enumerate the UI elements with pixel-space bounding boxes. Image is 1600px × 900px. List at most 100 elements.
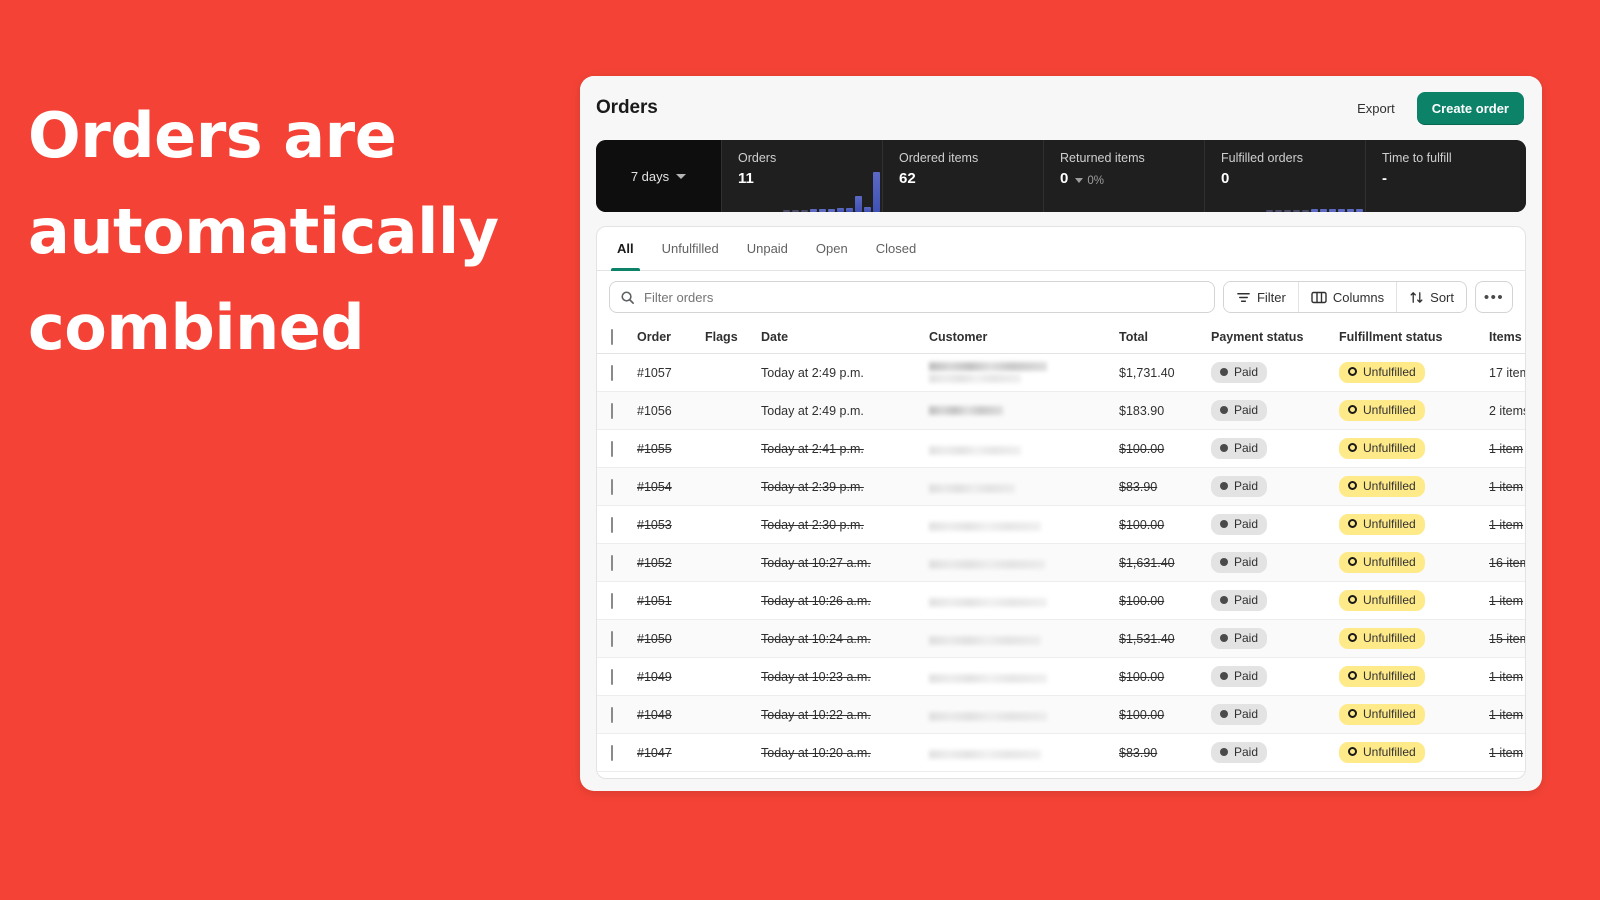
table-row[interactable]: #1054 Today at 2:39 p.m. $83.90 Paid Unfulfi… [597, 467, 1525, 506]
cell-items: 1 item [1489, 733, 1525, 772]
cell-flags [705, 733, 761, 772]
metric-card-fulfilled-orders[interactable]: Fulfilled orders 0 [1204, 140, 1365, 212]
tab-unpaid[interactable]: Unpaid [733, 227, 802, 270]
metric-card-returned-items[interactable]: Returned items 0 0% [1043, 140, 1204, 212]
row-checkbox[interactable] [611, 478, 613, 495]
tab-open[interactable]: Open [802, 227, 862, 270]
cell-date: Today at 10:24 a.m. [761, 619, 929, 658]
tab-unfulfilled[interactable]: Unfulfilled [648, 227, 733, 270]
cell-order[interactable]: #1056 [637, 391, 705, 430]
cell-customer [929, 467, 1119, 506]
status-badge-paid: Paid [1211, 361, 1268, 384]
column-header-items[interactable]: Items [1489, 323, 1525, 354]
status-badge-unfulfilled: Unfulfilled [1339, 627, 1425, 650]
cell-items: 1 item [1489, 657, 1525, 696]
create-order-button[interactable]: Create order [1416, 91, 1524, 125]
cell-order[interactable]: #1052 [637, 543, 705, 582]
filter-button[interactable]: Filter [1223, 282, 1299, 312]
status-badge-paid: Paid [1211, 437, 1268, 460]
cell-order[interactable]: #1055 [637, 429, 705, 468]
date-range-selector[interactable]: 7 days [596, 140, 721, 212]
cell-customer [929, 657, 1119, 696]
cell-customer [929, 505, 1119, 544]
cell-payment-status: Paid [1211, 543, 1339, 582]
orders-panel: All Unfulfilled Unpaid Open Closed Filte… [596, 226, 1526, 779]
sort-button[interactable]: Sort [1397, 282, 1466, 312]
cell-order[interactable]: #1048 [637, 695, 705, 734]
export-button[interactable]: Export [1349, 95, 1403, 122]
search-box[interactable] [609, 281, 1215, 313]
cell-fulfillment-status: Unfulfilled [1339, 695, 1489, 734]
cell-order[interactable]: #1051 [637, 581, 705, 620]
payment-status-label: Paid [1234, 440, 1259, 455]
column-header-date[interactable]: Date [761, 323, 929, 354]
column-header-flags[interactable]: Flags [705, 323, 761, 354]
row-checkbox[interactable] [611, 668, 613, 685]
metric-card-time-to-fulfill[interactable]: Time to fulfill - [1365, 140, 1526, 212]
column-header-customer[interactable]: Customer [929, 323, 1119, 354]
table-row[interactable]: #1047 Today at 10:20 a.m. $83.90 Paid Unfulf… [597, 733, 1525, 772]
table-row[interactable]: #1051 Today at 10:26 a.m. $100.00 Paid Unful… [597, 581, 1525, 620]
dot-icon [1220, 557, 1228, 566]
table-row[interactable]: #1050 Today at 10:24 a.m. $1,531.40 Paid Unf… [597, 619, 1525, 658]
dot-icon [1220, 519, 1228, 528]
cell-customer [929, 619, 1119, 658]
table-row[interactable]: #1055 Today at 2:41 p.m. $100.00 Paid Unfulf… [597, 429, 1525, 468]
columns-icon [1311, 291, 1327, 304]
cell-fulfillment-status: Unfulfilled [1339, 353, 1489, 392]
row-checkbox[interactable] [611, 706, 613, 723]
table-row[interactable]: #1056 Today at 2:49 p.m. $183.90 Paid Unfulf… [597, 391, 1525, 430]
cell-items: 1 item [1489, 581, 1525, 620]
more-actions-button[interactable]: ••• [1475, 281, 1513, 313]
ring-icon [1348, 633, 1357, 643]
row-checkbox[interactable] [611, 516, 613, 533]
row-checkbox[interactable] [611, 440, 613, 457]
row-checkbox[interactable] [611, 554, 613, 571]
cell-order[interactable]: #1057 [637, 353, 705, 392]
status-badge-paid: Paid [1211, 741, 1268, 764]
cell-items: 15 items [1489, 619, 1525, 658]
cell-items: 1 item [1489, 429, 1525, 468]
cell-order[interactable]: #1050 [637, 619, 705, 658]
cell-customer [929, 353, 1119, 392]
row-select-cell [597, 657, 637, 696]
column-header-order[interactable]: Order [637, 323, 705, 354]
table-row[interactable]: #1048 Today at 10:22 a.m. $100.00 Paid Unful… [597, 695, 1525, 734]
select-all-checkbox[interactable] [611, 329, 613, 345]
cell-order[interactable]: #1049 [637, 657, 705, 696]
table-row[interactable]: #1057 Today at 2:49 p.m. $1,731.40 Paid Unfu… [597, 353, 1525, 392]
payment-status-label: Paid [1234, 630, 1259, 645]
metric-delta-value: 0% [1087, 174, 1104, 187]
cell-order[interactable]: #1054 [637, 467, 705, 506]
table-row[interactable]: #1052 Today at 10:27 a.m. $1,631.40 Paid Unf… [597, 543, 1525, 582]
status-badge-unfulfilled: Unfulfilled [1339, 361, 1425, 384]
table-row[interactable]: #1049 Today at 10:23 a.m. $100.00 Paid Unful… [597, 657, 1525, 696]
row-checkbox[interactable] [611, 402, 613, 419]
cell-flags [705, 581, 761, 620]
row-checkbox[interactable] [611, 630, 613, 647]
search-input[interactable] [644, 289, 1204, 305]
tab-all[interactable]: All [603, 227, 648, 271]
column-header-fulfillment[interactable]: Fulfillment status [1339, 323, 1489, 354]
cell-items: 1 item [1489, 695, 1525, 734]
cell-order[interactable]: #1047 [637, 733, 705, 772]
fulfilled-orders-sparkline [1205, 166, 1365, 212]
dot-icon [1220, 709, 1228, 718]
table-row[interactable]: #1053 Today at 2:30 p.m. $100.00 Paid Unfulf… [597, 505, 1525, 544]
column-header-payment[interactable]: Payment status [1211, 323, 1339, 354]
row-checkbox[interactable] [611, 744, 613, 761]
columns-button[interactable]: Columns [1298, 282, 1398, 312]
row-checkbox[interactable] [611, 364, 613, 381]
table-header-row: Order Flags Date Customer Total Payment … [597, 323, 1525, 354]
cell-date: Today at 2:30 p.m. [761, 505, 929, 544]
metric-card-orders[interactable]: Orders 11 [721, 140, 882, 212]
cell-customer [929, 695, 1119, 734]
metric-label: Time to fulfill [1382, 151, 1452, 165]
row-checkbox[interactable] [611, 592, 613, 609]
tab-closed[interactable]: Closed [862, 227, 930, 270]
status-badge-paid: Paid [1211, 589, 1268, 612]
metric-card-ordered-items[interactable]: Ordered items 62 [882, 140, 1043, 212]
column-header-total[interactable]: Total [1119, 323, 1211, 354]
cell-order[interactable]: #1053 [637, 505, 705, 544]
cell-customer [929, 733, 1119, 772]
